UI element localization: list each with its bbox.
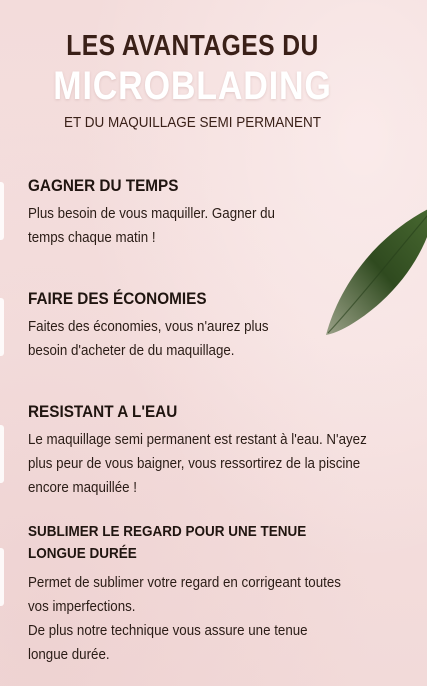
section-text: Le maquillage semi permanent est restant… xyxy=(28,428,382,500)
benefit-section-time: GAGNER DU TEMPS Plus besoin de vous maqu… xyxy=(28,176,398,250)
page-title-line2: MICROBLADING xyxy=(53,64,332,108)
page-subtitle: ET DU MAQUILLAGE SEMI PERMANENT xyxy=(63,114,322,131)
text-line: besoin d'acheter de du maquillage. xyxy=(28,343,235,359)
section-title: RESISTANT A L'EAU xyxy=(28,402,178,421)
text-line: temps chaque matin ! xyxy=(28,230,156,246)
benefit-section-longevity: SUBLIMER LE REGARD POUR UNE TENUE LONGUE… xyxy=(28,521,398,667)
text-line: Faites des économies, vous n'aurez plus xyxy=(28,319,269,335)
text-line: Permet de sublimer votre regard en corri… xyxy=(28,575,341,591)
section-text: Permet de sublimer votre regard en corri… xyxy=(28,571,382,667)
text-line: Le maquillage semi permanent est restant… xyxy=(28,432,367,448)
benefit-section-savings: FAIRE DES ÉCONOMIES Faites des économies… xyxy=(28,289,398,363)
section-text: Plus besoin de vous maquiller. Gagner du… xyxy=(28,202,382,250)
page-title-line1: LES AVANTAGES DU xyxy=(66,30,319,62)
benefit-section-waterproof: RESISTANT A L'EAU Le maquillage semi per… xyxy=(28,402,398,500)
left-edge-tab xyxy=(0,425,4,483)
text-line: Plus besoin de vous maquiller. Gagner du xyxy=(28,206,275,222)
text-line: De plus notre technique vous assure une … xyxy=(28,623,308,639)
text-line: longue durée. xyxy=(28,647,110,663)
section-title: FAIRE DES ÉCONOMIES xyxy=(28,289,207,308)
text-line: encore maquillée ! xyxy=(28,480,138,496)
left-edge-tab xyxy=(0,298,4,356)
left-edge-tab xyxy=(0,548,4,606)
left-edge-tab xyxy=(0,182,4,240)
title-line: SUBLIMER LE REGARD POUR UNE TENUE xyxy=(28,523,307,540)
section-text: Faites des économies, vous n'aurez plus … xyxy=(28,315,382,363)
text-line: plus peur de vous baigner, vous ressorti… xyxy=(28,456,361,472)
title-line: LONGUE DURÉE xyxy=(28,545,137,562)
text-line: vos imperfections. xyxy=(28,599,136,615)
section-title: GAGNER DU TEMPS xyxy=(28,176,179,195)
section-title: SUBLIMER LE REGARD POUR UNE TENUE LONGUE… xyxy=(28,521,325,565)
